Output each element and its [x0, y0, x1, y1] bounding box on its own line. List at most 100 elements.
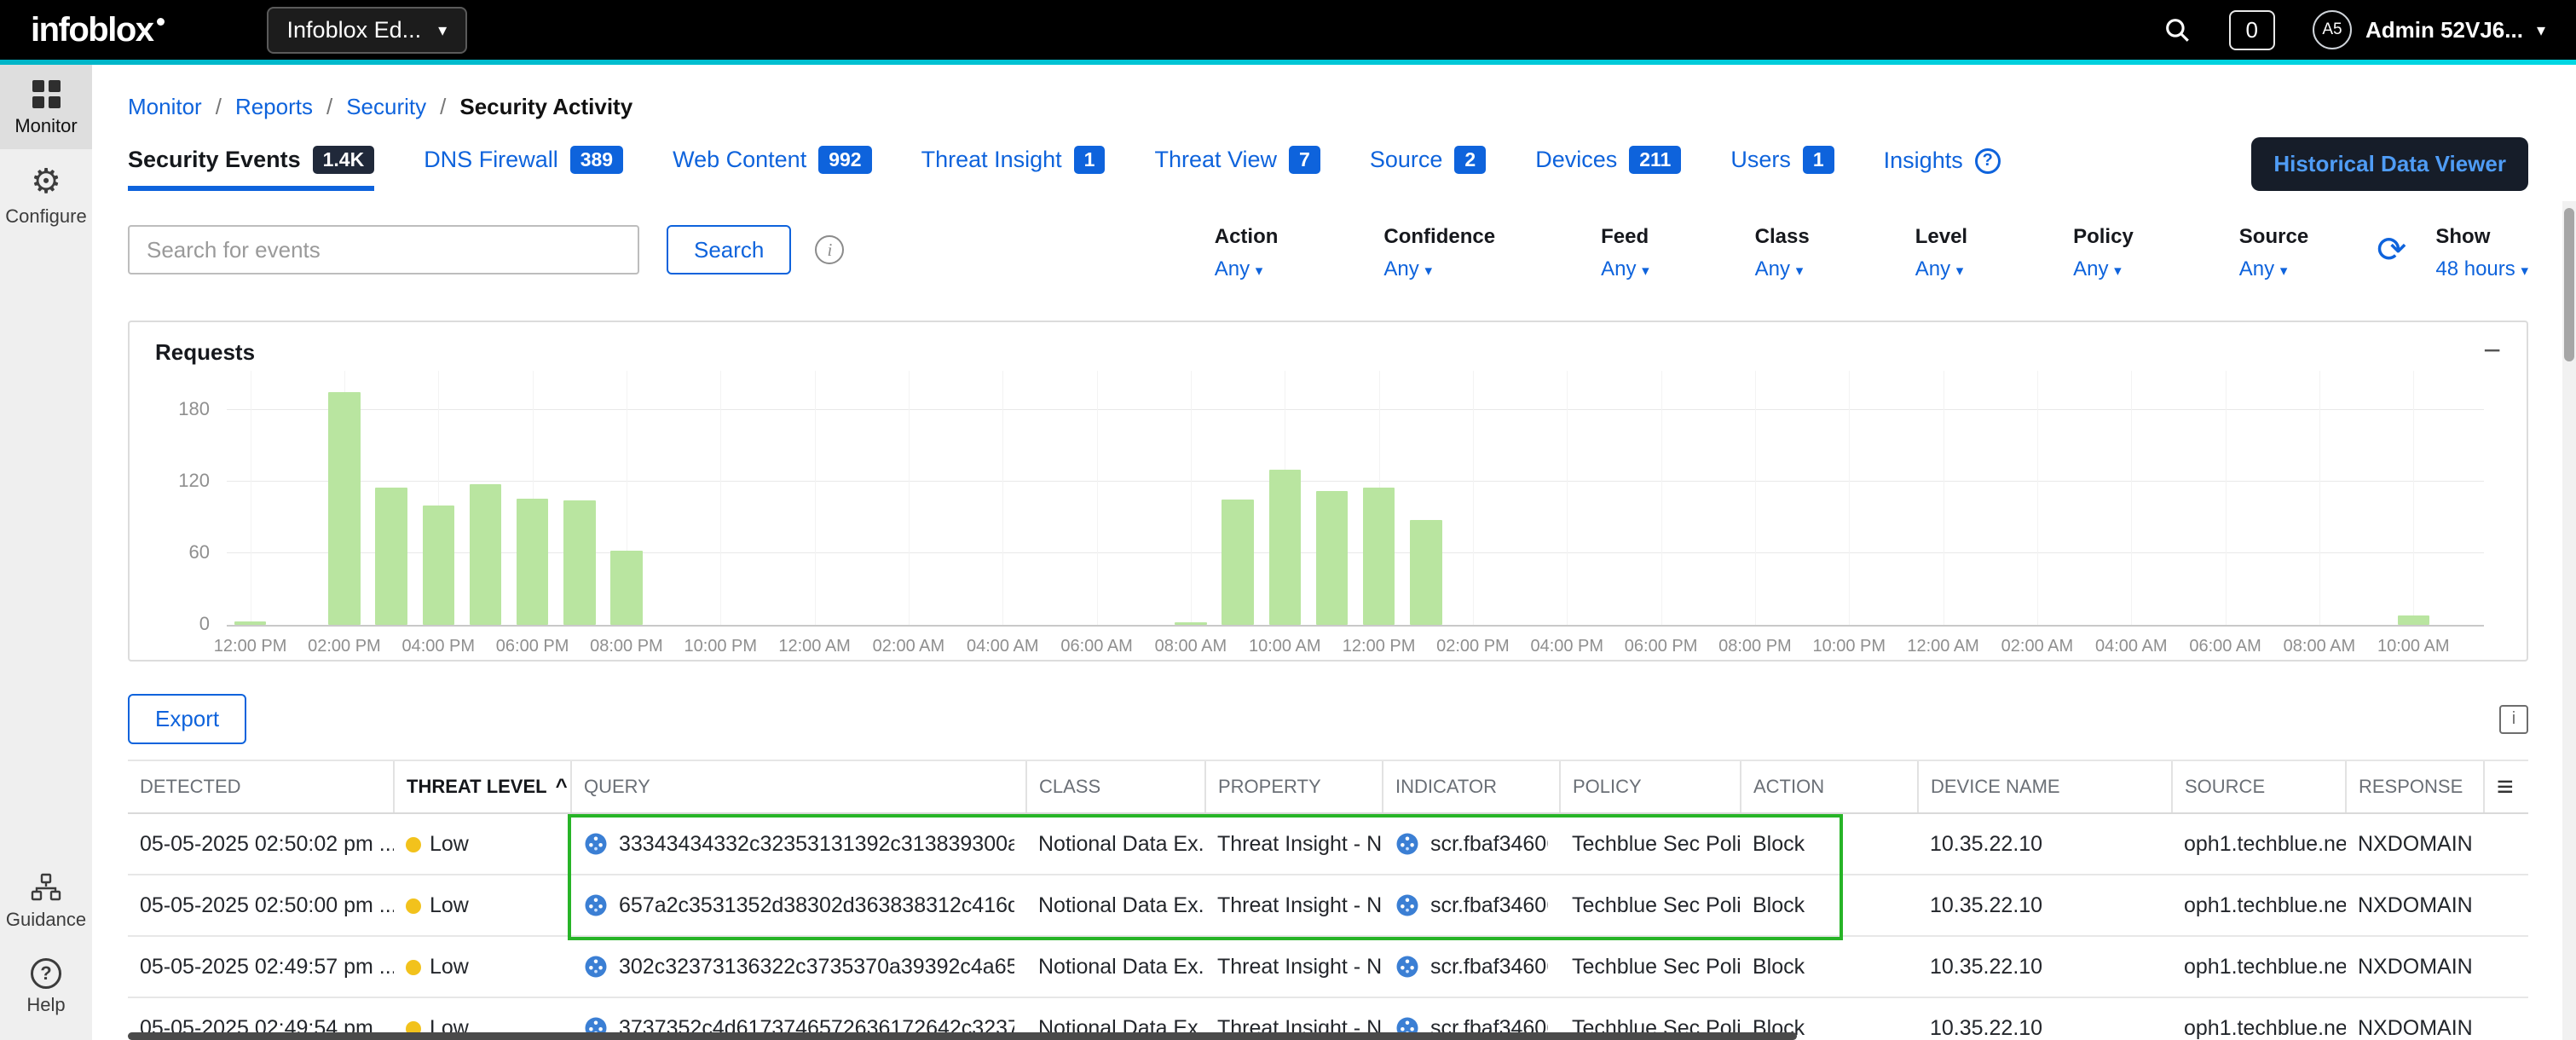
cell-response: NXDOMAIN: [2346, 936, 2484, 997]
query-text: 302c32373136322c3735370a39392c4a6566...: [619, 955, 1014, 979]
filter-level[interactable]: LevelAny ▾: [1915, 225, 1967, 281]
column-header-action[interactable]: ACTION: [1741, 760, 1918, 813]
column-header-threat-level[interactable]: THREAT LEVEL^: [394, 760, 571, 813]
x-tick-label: 04:00 AM: [2095, 637, 2168, 656]
info-icon[interactable]: i: [815, 235, 844, 264]
filter-confidence[interactable]: ConfidenceAny ▾: [1383, 225, 1495, 281]
cell-property: Threat Insight - N...: [1205, 936, 1383, 997]
sidebar-item-monitor[interactable]: Monitor: [0, 65, 92, 149]
query-text: 657a2c3531352d38302d363838312c416d65...: [619, 893, 1014, 918]
chart-bar: [610, 551, 643, 625]
filter-label: Show: [2435, 225, 2528, 249]
cell-policy: Techblue Sec Policy: [1560, 813, 1741, 875]
filter-value: Any ▾: [2239, 257, 2308, 281]
column-header-detected[interactable]: DETECTED: [128, 760, 394, 813]
sidebar-item-help[interactable]: ? Help: [0, 943, 92, 1028]
logo-dot-icon: [157, 18, 165, 26]
table-row[interactable]: 05-05-2025 02:50:02 pm ...Low33343434332…: [128, 813, 2528, 875]
table-row[interactable]: 05-05-2025 02:49:57 pm ... Low 302c3237313…: [128, 936, 2528, 997]
search-input[interactable]: [128, 225, 639, 274]
cell-response: NXDOMAIN: [2346, 813, 2484, 875]
chevron-down-icon: ▾: [1424, 263, 1432, 279]
guidance-icon: [3, 873, 89, 902]
filter-value: 48 hours ▾: [2435, 257, 2528, 281]
chevron-down-icon: ▾: [1796, 263, 1804, 279]
cell-device-name: 10.35.22.10: [1918, 997, 2172, 1040]
app-selector[interactable]: Infoblox Ed... ▾: [267, 7, 468, 54]
cell-class: Notional Data Ex...: [1026, 875, 1205, 936]
tab-security-events[interactable]: Security Events1.4K: [128, 146, 374, 191]
threat-indicator-icon: [583, 831, 609, 857]
search-button[interactable]: Search: [667, 225, 791, 274]
column-header-response[interactable]: RESPONSE: [2346, 760, 2484, 813]
filter-action[interactable]: ActionAny ▾: [1215, 225, 1279, 281]
filter-bar: Search i ActionAny ▾ ConfidenceAny ▾ FeedA…: [128, 225, 2528, 281]
table-info-icon[interactable]: i: [2499, 705, 2528, 734]
filter-source[interactable]: SourceAny ▾: [2239, 225, 2308, 281]
filter-feed[interactable]: FeedAny ▾: [1601, 225, 1649, 281]
user-name: Admin 52VJ6...: [2365, 17, 2523, 43]
chart-bar: [1316, 491, 1349, 625]
column-header-policy[interactable]: POLICY: [1560, 760, 1741, 813]
cell-detected: 05-05-2025 02:49:57 pm ...: [128, 936, 394, 997]
tab-threat-view[interactable]: Threat View7: [1154, 146, 1320, 191]
filter-policy[interactable]: PolicyAny ▾: [2073, 225, 2134, 281]
breadcrumb-link[interactable]: Security: [346, 94, 426, 120]
column-menu-icon: ≡: [2497, 771, 2514, 803]
chart-bar: [1222, 500, 1254, 625]
breadcrumb-link[interactable]: Reports: [235, 94, 313, 120]
sidebar-item-guidance[interactable]: Guidance: [0, 858, 92, 943]
chevron-down-icon: ▾: [438, 20, 447, 41]
filter-show[interactable]: Show 48 hours ▾: [2435, 225, 2528, 281]
column-header-indicator[interactable]: INDICATOR: [1383, 760, 1560, 813]
cell-policy: Techblue Sec Policy: [1560, 936, 1741, 997]
chart-plot: 060120180: [227, 371, 2484, 627]
breadcrumb-separator: /: [216, 94, 222, 120]
vertical-scrollbar-thumb[interactable]: [2564, 208, 2574, 361]
sidebar-item-configure[interactable]: ⚙ Configure: [0, 149, 92, 240]
indicator-text: scr.fbaf34606...: [1430, 832, 1548, 857]
x-tick-label: 08:00 AM: [1155, 637, 1227, 656]
logo-text: infoblox: [31, 11, 153, 49]
notification-counter[interactable]: 0: [2229, 10, 2275, 50]
export-button[interactable]: Export: [128, 694, 246, 744]
main-content: Monitor/Reports/Security/Security Activi…: [92, 65, 2562, 1040]
collapse-panel-icon[interactable]: −: [2483, 332, 2501, 368]
table-row[interactable]: 05-05-2025 02:50:00 pm ...Low657a2c35313…: [128, 875, 2528, 936]
tab-users[interactable]: Users1: [1730, 146, 1834, 191]
x-tick-label: 02:00 PM: [1436, 637, 1510, 656]
threat-level-text: Low: [430, 955, 469, 979]
cell-indicator: scr.fbaf34606...: [1383, 936, 1560, 997]
column-header-property[interactable]: PROPERTY: [1205, 760, 1383, 813]
chevron-down-icon: ▾: [1642, 263, 1649, 279]
cell-policy: Techblue Sec Policy: [1560, 875, 1741, 936]
app-selector-label: Infoblox Ed...: [287, 17, 422, 43]
breadcrumb-current: Security Activity: [459, 94, 632, 120]
column-header-device-name[interactable]: DEVICE NAME: [1918, 760, 2172, 813]
column-header-source[interactable]: SOURCE: [2172, 760, 2346, 813]
column-menu[interactable]: ≡: [2484, 760, 2528, 813]
help-icon[interactable]: ?: [1975, 148, 2001, 174]
chart-bar: [234, 621, 267, 625]
filter-class[interactable]: ClassAny ▾: [1755, 225, 1810, 281]
chevron-down-icon: ▾: [1256, 263, 1263, 279]
threat-indicator-icon: [1395, 954, 1420, 979]
tab-devices[interactable]: Devices211: [1535, 146, 1681, 191]
search-icon[interactable]: [2163, 15, 2192, 44]
x-tick-label: 08:00 PM: [1718, 637, 1792, 656]
chart-title: Requests: [155, 339, 2501, 366]
column-header-query[interactable]: QUERY: [571, 760, 1026, 813]
vertical-scrollbar[interactable]: [2562, 201, 2576, 1040]
column-header-class[interactable]: CLASS: [1026, 760, 1205, 813]
refresh-icon[interactable]: ⟳: [2377, 232, 2406, 268]
tab-insights[interactable]: Insights?: [1884, 147, 2001, 191]
horizontal-scrollbar-thumb[interactable]: [128, 1032, 1797, 1040]
tab-source[interactable]: Source2: [1370, 146, 1486, 191]
breadcrumb-link[interactable]: Monitor: [128, 94, 202, 120]
historical-data-viewer-button[interactable]: Historical Data Viewer: [2251, 137, 2528, 191]
user-menu[interactable]: A5 Admin 52VJ6... ▾: [2313, 10, 2545, 49]
tab-threat-insight[interactable]: Threat Insight1: [921, 146, 1106, 191]
filter-value: Any ▾: [1915, 257, 1967, 281]
tab-dns-firewall[interactable]: DNS Firewall389: [424, 146, 623, 191]
tab-web-content[interactable]: Web Content992: [673, 146, 871, 191]
